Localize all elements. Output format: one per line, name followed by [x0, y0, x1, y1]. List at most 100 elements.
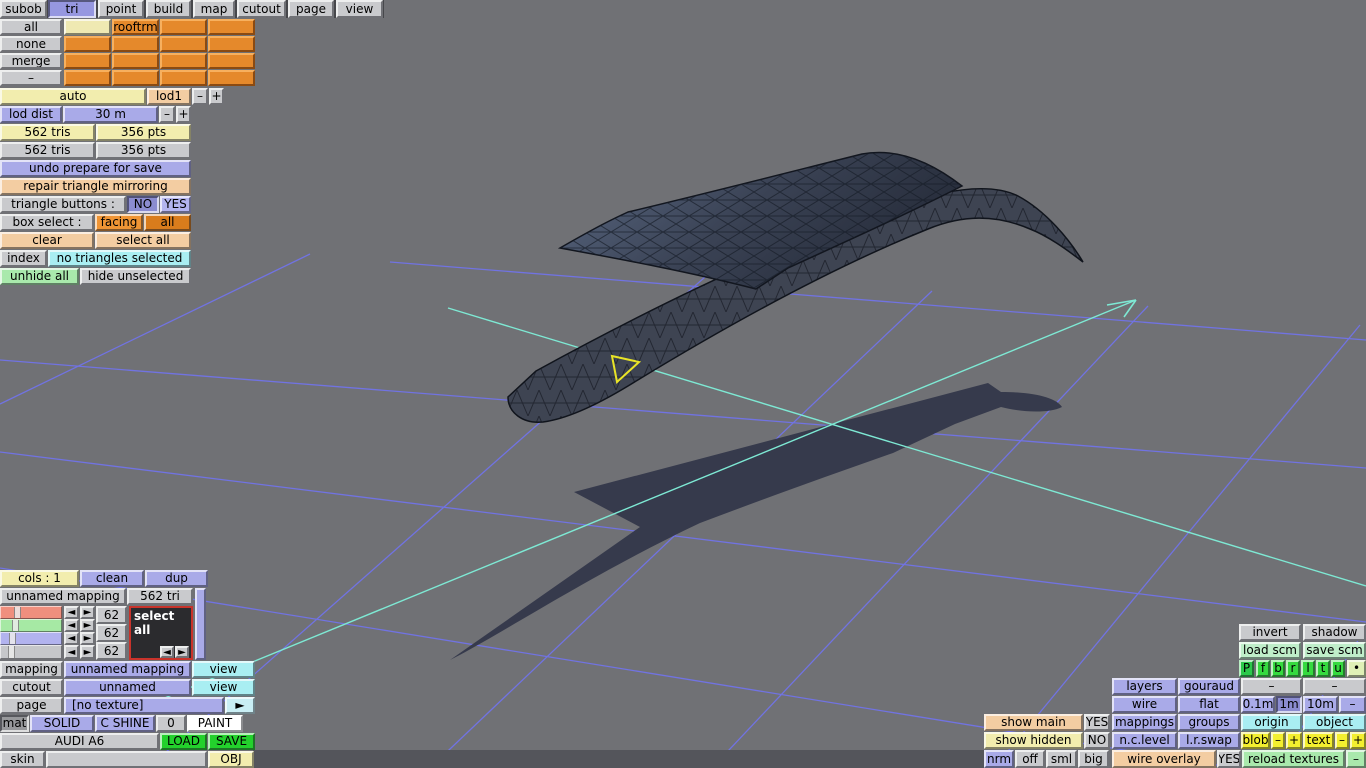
menu-subob[interactable]: subob [0, 0, 47, 18]
channel-right-arrow[interactable]: ► [80, 619, 95, 632]
layers-button[interactable]: layers [1112, 678, 1177, 695]
subobj-cell[interactable] [112, 70, 159, 86]
load-scm-button[interactable]: load scm [1239, 642, 1301, 659]
view-l-button[interactable]: l [1301, 660, 1315, 677]
mapping-row-value[interactable]: unnamed mapping [64, 661, 191, 678]
channel-right-arrow[interactable]: ► [80, 645, 95, 659]
subobj-cell[interactable] [64, 53, 111, 69]
menu-tri[interactable]: tri [48, 0, 96, 18]
menu-page[interactable]: page [288, 0, 334, 18]
triangle-buttons-yes[interactable]: YES [160, 196, 191, 213]
blob-minus-button[interactable]: – [1271, 732, 1285, 749]
subobj-cell-rooftrm[interactable]: rooftrm [112, 19, 159, 35]
mat-paint-button[interactable]: PAINT [187, 715, 243, 732]
mat-cshine-button[interactable]: C SHINE [95, 715, 155, 732]
text-minus-button[interactable]: – [1335, 732, 1349, 749]
save-button[interactable]: SAVE [208, 733, 255, 750]
mapping-name[interactable]: unnamed mapping [0, 588, 126, 605]
blob-button[interactable]: blob [1241, 732, 1270, 749]
menu-map[interactable]: map [193, 0, 235, 18]
view-dot-button[interactable]: • [1347, 660, 1366, 677]
undo-prepare-button[interactable]: undo prepare for save [0, 160, 191, 177]
channel-left-arrow[interactable]: ◄ [64, 606, 79, 619]
mat-number[interactable]: 0 [156, 715, 186, 732]
view-p-button[interactable]: P [1239, 660, 1254, 677]
grid-1m-button[interactable]: 1m [1276, 696, 1302, 713]
page-row-value[interactable]: [no texture] [64, 697, 224, 714]
subobj-cell[interactable] [112, 53, 159, 69]
wire-button[interactable]: wire [1112, 696, 1177, 713]
box-select-facing[interactable]: facing [95, 214, 143, 231]
menu-build[interactable]: build [146, 0, 191, 18]
skin-button[interactable]: skin [0, 751, 45, 768]
channel-left-arrow[interactable]: ◄ [64, 619, 79, 632]
preview-right-arrow[interactable]: ► [175, 646, 189, 658]
subobj-all-button[interactable]: all [0, 19, 62, 35]
index-button[interactable]: index [0, 250, 47, 267]
mapping-view-button[interactable]: view [192, 661, 255, 678]
subobj-merge-button[interactable]: merge [0, 53, 62, 69]
lod-auto-button[interactable]: auto [0, 88, 146, 105]
show-main-value[interactable]: YES [1084, 714, 1110, 731]
obj-button[interactable]: OBJ [208, 751, 254, 768]
menu-point[interactable]: point [98, 0, 144, 18]
view-u-button[interactable]: u [1331, 660, 1345, 677]
subobj-minus-button[interactable]: – [0, 70, 62, 86]
view-r-button[interactable]: r [1286, 660, 1300, 677]
subobj-cell[interactable] [208, 19, 255, 35]
clean-button[interactable]: clean [80, 570, 144, 587]
unhide-all-button[interactable]: unhide all [0, 268, 79, 285]
grid-dash-button[interactable]: – [1339, 696, 1366, 713]
text-button[interactable]: text [1303, 732, 1334, 749]
page-next-button[interactable]: ► [225, 697, 255, 714]
green-slider[interactable] [0, 619, 62, 632]
cutout-view-button[interactable]: view [192, 679, 255, 696]
origin-button[interactable]: origin [1241, 714, 1302, 731]
subobj-cell-empty[interactable] [64, 19, 111, 35]
nrm-big-button[interactable]: big [1078, 750, 1109, 768]
reload-dash-button[interactable]: – [1346, 750, 1366, 768]
cols-button[interactable]: cols : 1 [0, 570, 79, 587]
subobj-cell[interactable] [64, 70, 111, 86]
wire-overlay-button[interactable]: wire overlay [1112, 750, 1216, 768]
subobj-cell[interactable] [160, 36, 207, 52]
view-f-button[interactable]: f [1256, 660, 1270, 677]
grid-10m-button[interactable]: 10m [1303, 696, 1338, 713]
view-t-button[interactable]: t [1316, 660, 1330, 677]
lod-plus-button[interactable]: + [209, 88, 224, 105]
lod-dist-minus-button[interactable]: – [159, 106, 175, 123]
cutout-row-label[interactable]: cutout [0, 679, 63, 696]
mesh-model[interactable] [507, 151, 1084, 423]
menu-view[interactable]: view [336, 0, 383, 18]
channel-right-arrow[interactable]: ► [80, 632, 95, 645]
hide-unselected-button[interactable]: hide unselected [80, 268, 191, 285]
triangle-buttons-no[interactable]: NO [127, 196, 159, 213]
channel-left-arrow[interactable]: ◄ [64, 645, 79, 659]
show-hidden-button[interactable]: show hidden [984, 732, 1083, 749]
show-hidden-value[interactable]: NO [1084, 732, 1110, 749]
dash-button[interactable]: – [1241, 678, 1302, 695]
subobj-cell[interactable] [160, 53, 207, 69]
flat-button[interactable]: flat [1178, 696, 1240, 713]
channel-right-arrow[interactable]: ► [80, 606, 95, 619]
repair-mirroring-button[interactable]: repair triangle mirroring [0, 178, 191, 195]
subobj-cell[interactable] [208, 70, 255, 86]
load-button[interactable]: LOAD [160, 733, 207, 750]
color-preview-box[interactable]: select all ◄ ► [129, 606, 193, 660]
channel-left-arrow[interactable]: ◄ [64, 632, 79, 645]
text-plus-button[interactable]: + [1350, 732, 1366, 749]
nrm-off-button[interactable]: off [1015, 750, 1045, 768]
lrswap-button[interactable]: l.r.swap [1178, 732, 1240, 749]
blob-plus-button[interactable]: + [1286, 732, 1302, 749]
lod-dist-plus-button[interactable]: + [176, 106, 191, 123]
gouraud-button[interactable]: gouraud [1178, 678, 1240, 695]
subobj-cell[interactable] [160, 70, 207, 86]
alpha-slider[interactable] [0, 645, 62, 659]
menu-cutout[interactable]: cutout [237, 0, 286, 18]
subobj-cell[interactable] [208, 53, 255, 69]
nrm-sml-button[interactable]: sml [1046, 750, 1077, 768]
wire-overlay-value[interactable]: YES [1217, 750, 1241, 768]
mappings-button[interactable]: mappings [1112, 714, 1177, 731]
groups-button[interactable]: groups [1178, 714, 1240, 731]
mapping-row-label[interactable]: mapping [0, 661, 63, 678]
